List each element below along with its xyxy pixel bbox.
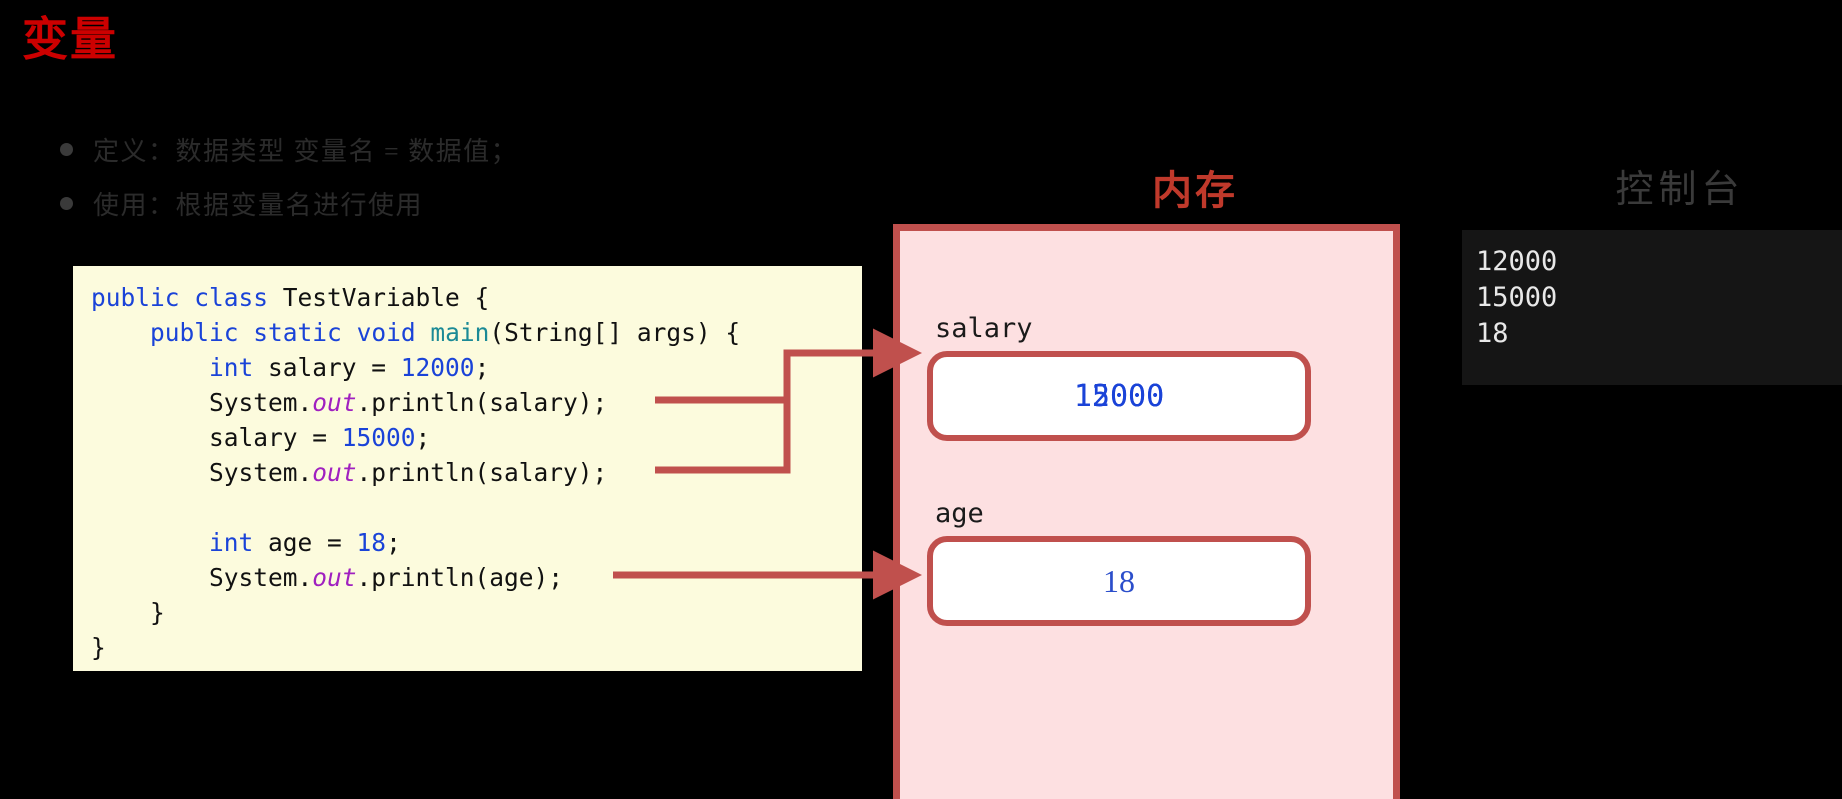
code-token: public <box>91 283 180 312</box>
memory-variable-name-salary: salary <box>935 313 1033 344</box>
code-token: salary = <box>253 353 401 382</box>
code-token: .println(salary); <box>356 458 608 487</box>
page-title: 变量 <box>22 14 118 65</box>
code-token: .println(salary); <box>356 388 608 417</box>
list-item-label: 定义：数据类型 变量名 = 数据值； <box>93 136 519 166</box>
code-line: public class TestVariable { <box>91 280 862 315</box>
code-line: System.out.println(salary); <box>91 385 862 420</box>
code-token: salary = <box>91 423 342 452</box>
console-line: 12000 <box>1476 246 1558 277</box>
code-token: ; <box>386 528 401 557</box>
code-token: static <box>253 318 342 347</box>
code-token: ; <box>474 353 490 382</box>
code-token: void <box>356 318 416 347</box>
code-token: } <box>91 633 106 662</box>
code-token: System. <box>91 563 313 592</box>
code-token: out <box>312 458 357 487</box>
bullet-dot-icon <box>60 142 73 156</box>
code-line: salary = 15000; <box>91 420 862 455</box>
code-token: main <box>430 318 490 347</box>
list-item-label: 使用：根据变量名进行使用 <box>93 190 424 220</box>
code-line: } <box>91 630 862 665</box>
console-line: 15000 <box>1476 282 1558 313</box>
code-token: age = <box>253 528 357 557</box>
code-token: int <box>209 353 254 382</box>
memory-value-salary-updated: 15000 <box>1073 378 1165 414</box>
code-token: (String[] args) { <box>489 318 741 347</box>
memory-slot-salary: 12000 15000 <box>927 351 1311 441</box>
code-line: System.out.println(age); <box>91 560 862 595</box>
memory-section-title: 内存 <box>1152 168 1238 213</box>
code-token: } <box>91 598 165 627</box>
bullet-list: 定义：数据类型 变量名 = 数据值； 使用：根据变量名进行使用 <box>60 122 680 230</box>
memory-panel: salary 12000 15000 age 18 <box>893 224 1400 799</box>
console-output-panel: 12000 15000 18 <box>1462 230 1842 385</box>
bullet-dot-icon <box>60 196 73 210</box>
code-token: out <box>312 563 357 592</box>
code-token: TestVariable { <box>268 283 490 312</box>
code-line: int salary = 12000; <box>91 350 862 385</box>
code-token: 15000 <box>341 423 416 452</box>
code-token: int <box>209 528 254 557</box>
list-item: 使用：根据变量名进行使用 <box>60 176 680 230</box>
console-section-title: 控制台 <box>1615 169 1745 211</box>
code-token: class <box>194 283 269 312</box>
code-line: int age = 18; <box>91 525 862 560</box>
memory-value-age: 18 <box>1103 562 1135 599</box>
list-item: 定义：数据类型 变量名 = 数据值； <box>60 122 680 176</box>
code-token: .println(age); <box>356 563 564 592</box>
memory-value-salary: 12000 15000 <box>1074 379 1164 414</box>
code-listing: public class TestVariable { public stati… <box>73 280 862 665</box>
code-token: 18 <box>356 528 387 557</box>
console-line: 18 <box>1476 318 1509 349</box>
code-token: public <box>150 318 239 347</box>
memory-slot-age: 18 <box>927 536 1311 626</box>
code-line: System.out.println(salary); <box>91 455 862 490</box>
code-token: System. <box>91 458 313 487</box>
code-token: 12000 <box>400 353 475 382</box>
code-token: out <box>312 388 357 417</box>
code-panel: public class TestVariable { public stati… <box>73 266 862 671</box>
code-token: ; <box>415 423 431 452</box>
code-token: System. <box>91 388 313 417</box>
code-line: } <box>91 595 862 630</box>
memory-variable-name-age: age <box>935 498 984 529</box>
code-line: public static void main(String[] args) { <box>91 315 862 350</box>
